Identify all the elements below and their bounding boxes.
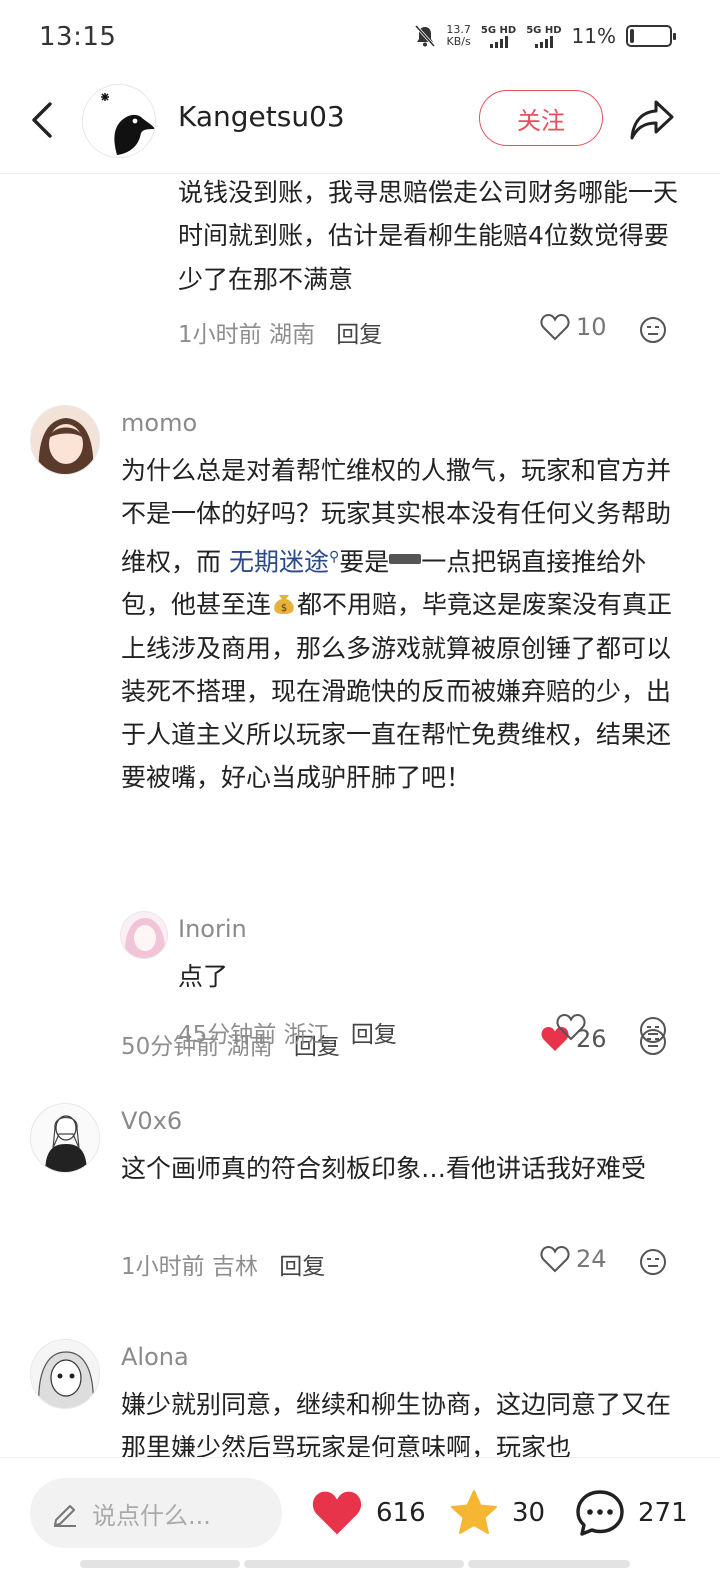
comment-meta: 1小时前 湖南 回复	[178, 322, 383, 348]
comment-text: 为什么总是对着帮忙维权的人撒气，玩家和官方并不是一体的好吗？玩家其实根本没有任何…	[121, 456, 673, 793]
signal-sim1: 5G HD	[481, 25, 516, 48]
comment-input[interactable]: 说点什么...	[30, 1478, 282, 1548]
comment-meta: 1小时前 吉林 回复	[121, 1254, 326, 1280]
user-avatar[interactable]	[30, 1103, 100, 1173]
crow-avatar-icon	[83, 85, 155, 157]
meh-face-icon[interactable]	[639, 1248, 667, 1276]
comment-input-placeholder: 说点什么...	[92, 1501, 211, 1530]
gesture-bar-segment	[468, 1560, 630, 1568]
meh-face-icon[interactable]	[639, 316, 667, 344]
battery-icon	[626, 25, 676, 47]
battery-percent: 11%	[571, 24, 616, 48]
comment-bubble-icon	[576, 1490, 624, 1536]
user-avatar[interactable]	[30, 405, 100, 475]
gesture-bar-segment	[244, 1560, 464, 1568]
reply-button[interactable]: 回复	[351, 1022, 397, 1048]
topic-link[interactable]: 无期迷途	[229, 547, 329, 576]
reply-button[interactable]: 回复	[279, 1254, 325, 1280]
bottom-action-bar: 说点什么... 616 30 271	[0, 1457, 720, 1592]
like-post-button[interactable]: 616	[310, 1488, 426, 1538]
minus-emoji-icon	[389, 553, 422, 564]
heart-outline-icon	[540, 1245, 570, 1273]
comment-text: 说钱没到账，我寻思赔偿走公司财务哪能一天时间就到账，估计是看柳生能赔4位数觉得要…	[178, 178, 679, 294]
svg-text:$: $	[281, 603, 287, 614]
user-avatar[interactable]	[30, 1339, 100, 1409]
status-bar: 13:15 13.7 KB/s 5G HD 5G HD 11%	[0, 0, 720, 78]
like-button[interactable]: 10	[540, 313, 607, 341]
anime-avatar-icon	[121, 912, 167, 958]
back-arrow-icon[interactable]	[22, 98, 66, 142]
post-header: Kangetsu03 关注	[0, 78, 720, 174]
meh-face-icon[interactable]	[639, 1016, 667, 1044]
mute-bell-icon	[415, 24, 436, 48]
username[interactable]: Inorin	[178, 915, 247, 943]
comment-text: 嫌少就别同意，继续和柳生协商，这边同意了又在那里嫌少然后骂玩家是何意味啊，玩家也	[121, 1390, 672, 1457]
pencil-icon	[54, 1505, 76, 1527]
comment-text: 这个画师真的符合刻板印象…看他讲话我好难受	[121, 1154, 647, 1183]
signal-bars-icon	[489, 35, 508, 48]
user-avatar[interactable]	[120, 911, 168, 959]
like-button[interactable]: 24	[540, 1245, 607, 1273]
reply-button[interactable]: 回复	[336, 322, 382, 348]
share-icon[interactable]	[628, 96, 676, 142]
signal-sim2: 5G HD	[526, 25, 562, 48]
username[interactable]: momo	[121, 409, 197, 437]
like-button[interactable]	[556, 1013, 592, 1041]
sketch-avatar-icon	[31, 1104, 99, 1172]
heart-filled-icon	[312, 1491, 362, 1535]
money-bag-emoji-icon: $	[274, 595, 294, 615]
comment-meta: 45分钟前 浙江 回复	[178, 1022, 397, 1048]
search-icon: ⚲	[328, 548, 340, 565]
comment-text: 点了	[178, 962, 229, 991]
favorite-button[interactable]: 30	[448, 1488, 545, 1538]
signal-bars-icon	[534, 35, 553, 48]
network-speed: 13.7 KB/s	[446, 23, 471, 48]
heart-outline-icon	[556, 1013, 586, 1041]
status-time: 13:15	[39, 22, 117, 52]
gesture-bar-segment	[80, 1560, 240, 1568]
author-name[interactable]: Kangetsu03	[178, 100, 345, 133]
girl-avatar-icon	[31, 406, 99, 474]
username[interactable]: V0x6	[121, 1107, 182, 1135]
star-icon	[451, 1490, 497, 1534]
comments-button[interactable]: 271	[574, 1488, 688, 1538]
heart-outline-icon	[540, 313, 570, 341]
comment-feed[interactable]: 说钱没到账，我寻思赔偿走公司财务哪能一天时间就到账，估计是看柳生能赔4位数觉得要…	[0, 175, 720, 1457]
follow-button[interactable]: 关注	[479, 90, 603, 146]
status-icons: 13.7 KB/s 5G HD 5G HD 11%	[414, 23, 676, 48]
author-avatar[interactable]	[82, 84, 156, 158]
username[interactable]: Alona	[121, 1343, 189, 1371]
manga-avatar-icon	[31, 1340, 99, 1408]
